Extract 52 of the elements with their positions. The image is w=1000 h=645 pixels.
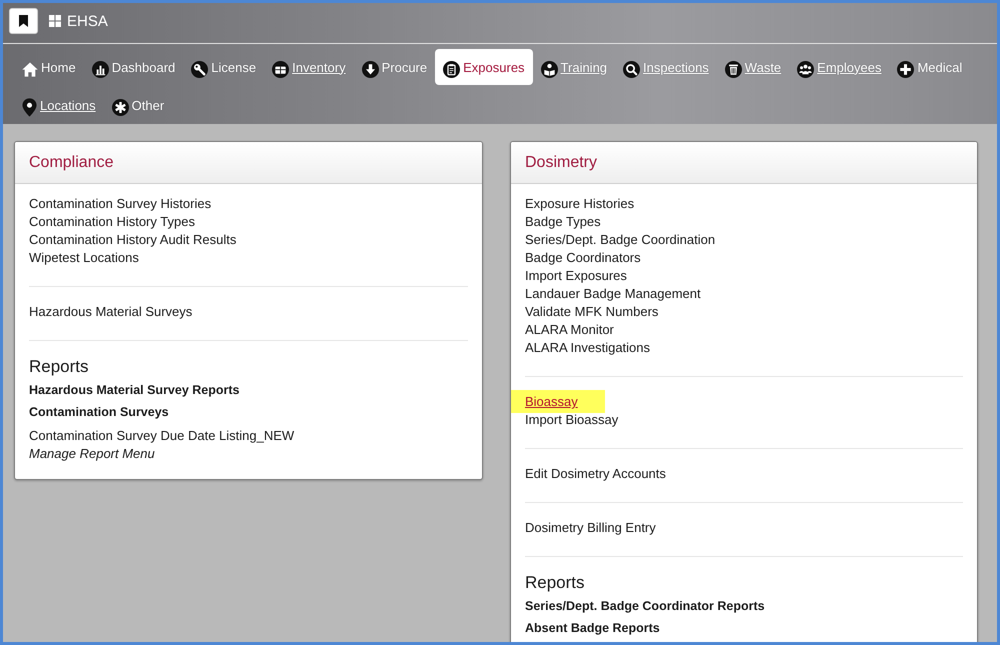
bar-chart-icon <box>92 61 109 78</box>
asterisk-icon <box>112 99 129 116</box>
section-heading: Reports <box>525 572 585 594</box>
menu-link[interactable]: Contamination History Audit Results <box>29 231 236 249</box>
menu-link[interactable]: Import Exposures <box>525 267 627 285</box>
app-title: EHSA <box>67 12 108 30</box>
menu-link[interactable]: Bioassay <box>511 390 605 413</box>
nav-tab[interactable]: License <box>183 49 264 85</box>
report-group-title: Hazardous Material Survey Reports <box>29 382 240 399</box>
manage-report-link[interactable]: Manage Report Menu <box>29 445 155 463</box>
bookmark-button[interactable] <box>9 8 38 34</box>
menu-link[interactable]: Landauer Badge Management <box>525 285 701 303</box>
grid-icon <box>49 15 61 27</box>
clipboard-icon <box>443 61 460 78</box>
report-group-title: Series/Dept. Badge Coordinator Reports <box>525 598 765 615</box>
menu-link[interactable]: Validate MFK Numbers <box>525 303 658 321</box>
menu-link[interactable]: Contamination History Types <box>29 213 195 231</box>
plus-icon <box>897 61 914 78</box>
map-pin-icon <box>22 98 37 117</box>
key-icon <box>191 61 208 78</box>
search-icon <box>623 61 640 78</box>
menu-link[interactable]: Series/Dept. Badge Coordination <box>525 231 716 249</box>
nav-tab[interactable]: Dashboard <box>84 49 184 85</box>
menu-link[interactable]: Dosimetry Billing Entry <box>525 519 656 537</box>
people-icon <box>797 61 814 78</box>
menu-link[interactable]: Exposure Histories <box>525 195 634 213</box>
menu-link[interactable]: Edit Dosimetry Accounts <box>525 465 666 483</box>
panel-title: Dosimetry <box>525 154 598 172</box>
report-group-title: Absent Badge Reports <box>525 620 660 637</box>
menu-link[interactable]: Import Bioassay <box>525 411 618 429</box>
nav-tab[interactable]: Other <box>104 87 172 123</box>
home-icon <box>22 62 38 77</box>
menu-link[interactable]: Badge Coordinators <box>525 249 641 267</box>
menu-link[interactable]: Contamination Survey Histories <box>29 195 212 213</box>
report-link[interactable]: Contamination Survey Due Date Listing_NEW <box>29 427 294 445</box>
menu-link[interactable]: ALARA Monitor <box>525 321 614 339</box>
menu-link[interactable]: ALARA Investigations <box>525 339 650 357</box>
report-group-title: Contamination Surveys <box>29 404 169 421</box>
reader-icon <box>540 61 558 78</box>
nav-tab[interactable]: Inventory <box>264 49 354 85</box>
box-icon <box>272 61 290 78</box>
panel-title: Compliance <box>29 154 114 172</box>
menu-link[interactable]: Badge Types <box>525 213 601 231</box>
section-heading: Reports <box>29 356 89 378</box>
nav-tab[interactable]: Procure <box>354 49 436 85</box>
bookmark-icon <box>19 15 28 27</box>
trash-icon <box>724 61 742 78</box>
nav-tab[interactable]: Home <box>14 49 84 85</box>
menu-link[interactable]: Wipetest Locations <box>29 249 139 267</box>
nav-tab[interactable]: Exposures <box>435 49 533 85</box>
menu-link[interactable]: Hazardous Material Surveys <box>29 303 192 321</box>
nav-tab[interactable]: Locations <box>14 87 104 123</box>
